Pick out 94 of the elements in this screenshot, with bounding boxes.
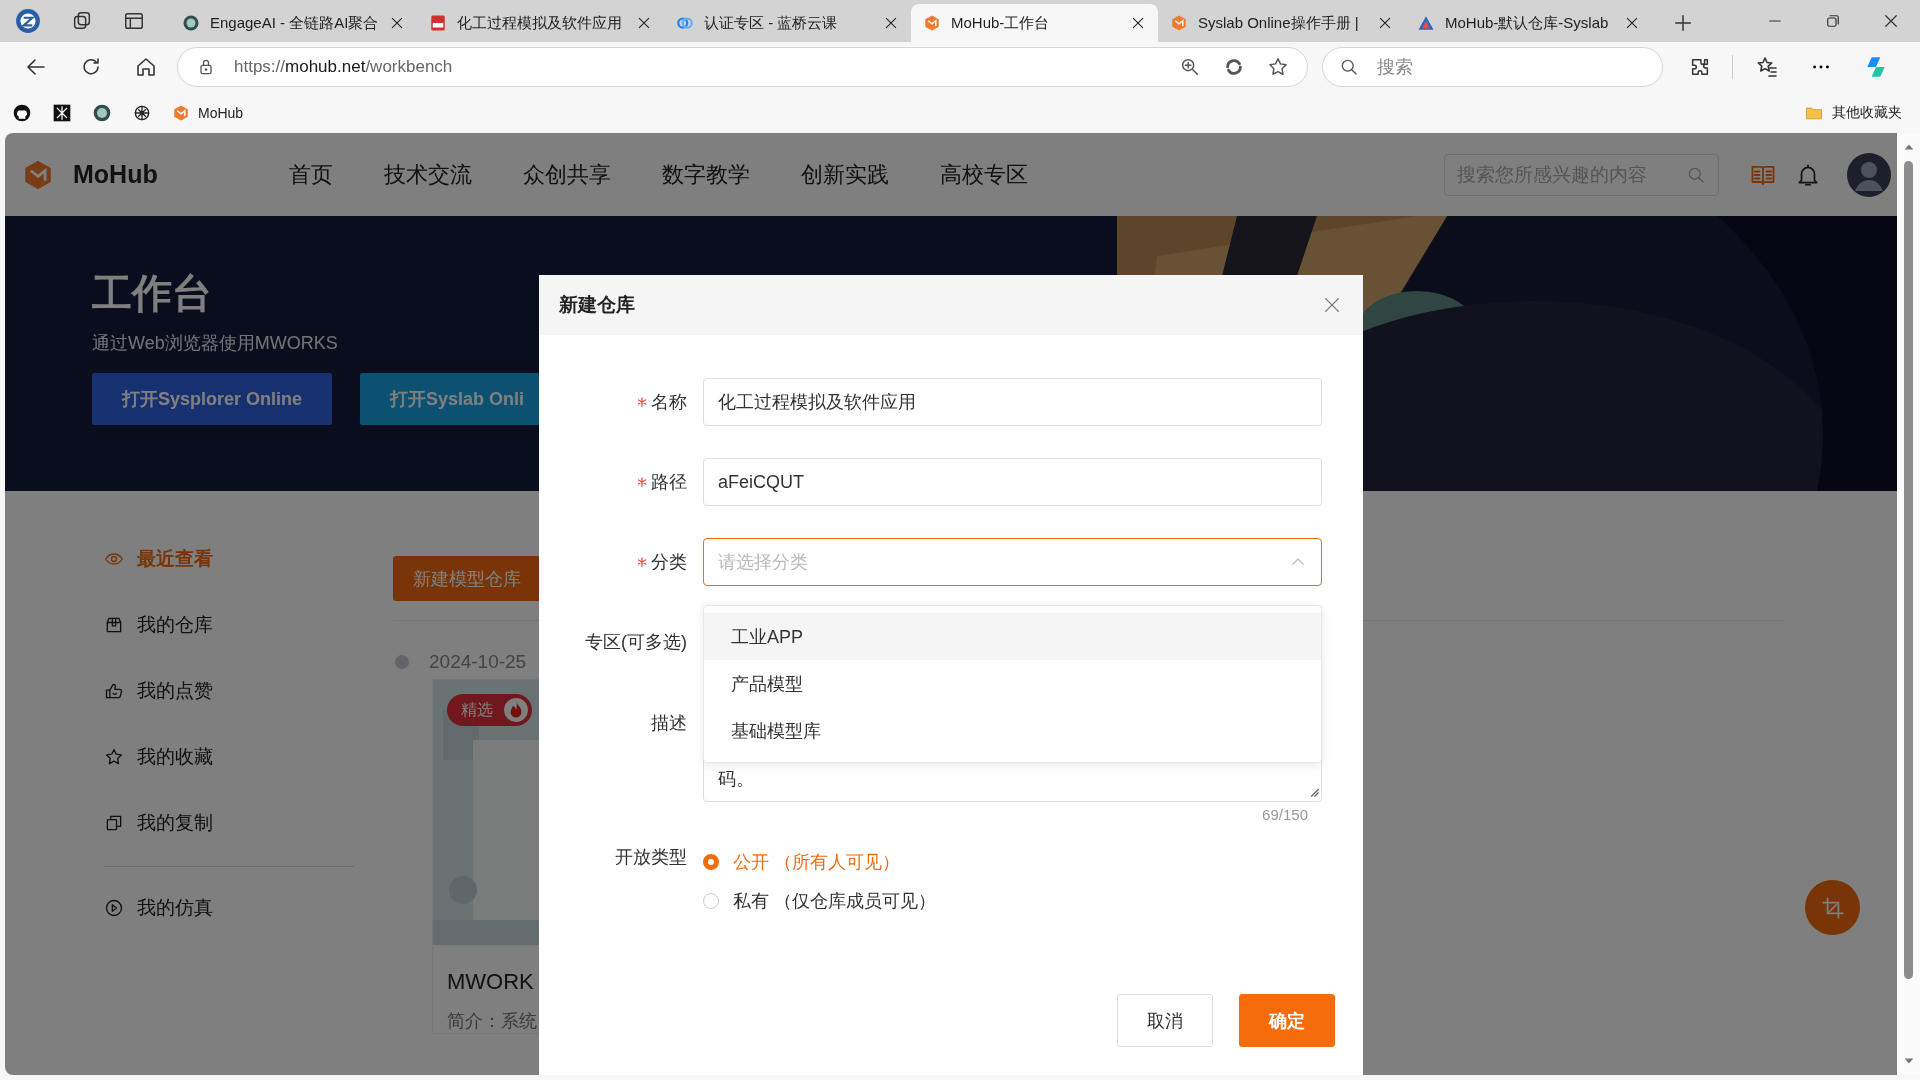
card-title: MWORK xyxy=(447,969,534,995)
close-icon[interactable] xyxy=(389,15,405,31)
scrollbar-thumb[interactable] xyxy=(1904,161,1913,979)
tab-favicon-icon xyxy=(923,14,941,32)
entry-date: 2024-10-25 xyxy=(429,651,527,673)
browser-tab[interactable]: Syslab Online操作手册 | xyxy=(1158,4,1405,42)
dropdown-option[interactable]: 产品模型 xyxy=(704,660,1321,707)
box-icon xyxy=(104,615,124,635)
timeline-dot xyxy=(395,655,409,669)
restore-icon[interactable] xyxy=(1824,12,1842,30)
nav-link[interactable]: 首页 xyxy=(288,159,333,190)
close-icon[interactable] xyxy=(883,15,899,31)
field-label: 描述 xyxy=(651,712,687,735)
tab-title: 认证专区 - 蓝桥云课 xyxy=(704,13,839,33)
resize-handle-icon[interactable] xyxy=(1309,787,1319,797)
star-icon[interactable] xyxy=(1266,56,1289,78)
tab-title: EngageAI - 全链路AI聚合 xyxy=(210,13,379,33)
field-label: 名称 xyxy=(651,391,687,414)
radio-option[interactable]: 公开 （所有人可见） xyxy=(703,842,1322,881)
github-icon[interactable] xyxy=(12,102,32,123)
workspaces-icon[interactable] xyxy=(71,10,93,32)
tab-favicon-icon xyxy=(1417,14,1435,32)
nav-link[interactable]: 创新实践 xyxy=(800,159,889,190)
home-icon[interactable] xyxy=(134,55,158,79)
tab-favicon-icon xyxy=(1170,14,1188,32)
browser-tab[interactable]: EngageAI - 全链路AI聚合 xyxy=(170,4,417,42)
thumbs-up-icon xyxy=(104,681,124,701)
banner-subtitle: 通过Web浏览器使用MWORKS xyxy=(92,332,338,355)
search-placeholder: 搜索 xyxy=(1376,56,1413,79)
sidebar-item[interactable]: 我的收藏 xyxy=(104,734,393,780)
field-label: 分类 xyxy=(651,551,687,574)
nav-link[interactable]: 高校专区 xyxy=(939,159,1028,190)
scrollbar[interactable] xyxy=(1897,133,1920,1075)
close-icon[interactable] xyxy=(1377,15,1393,31)
char-counter: 69/150 xyxy=(1262,806,1308,825)
dropdown-option[interactable]: 工业APP xyxy=(704,613,1321,660)
new-tab-icon[interactable] xyxy=(1672,12,1694,34)
nav-link[interactable]: 数字教学 xyxy=(661,159,750,190)
radio-option[interactable]: 私有 （仅仓库成员可见） xyxy=(703,881,1322,920)
circle-logo-icon[interactable] xyxy=(92,102,112,123)
browser-tab[interactable]: 化工过程模拟及软件应用 xyxy=(417,4,664,42)
banner-title: 工作台 xyxy=(92,270,212,317)
sidebar-item[interactable]: 我的复制 xyxy=(104,800,393,846)
star-icon xyxy=(104,747,124,767)
radio-button[interactable] xyxy=(703,853,719,870)
field-label: 路径 xyxy=(651,471,687,494)
sidebar-item[interactable]: 我的仿真 xyxy=(104,885,393,931)
close-icon[interactable] xyxy=(1130,15,1146,31)
card-summary: 简介：系统 xyxy=(447,1010,538,1033)
close-icon[interactable] xyxy=(1624,15,1640,31)
dialog-title: 新建仓库 xyxy=(559,293,635,317)
browser-tab[interactable]: MoHub-工作台 xyxy=(911,4,1158,42)
close-icon[interactable] xyxy=(636,15,652,31)
play-icon xyxy=(104,898,124,918)
input-field[interactable]: 化工过程模拟及软件应用 xyxy=(703,378,1322,426)
tab-title: 化工过程模拟及软件应用 xyxy=(457,13,623,33)
grid-logo-icon[interactable] xyxy=(52,102,72,123)
profile-icon[interactable] xyxy=(15,8,41,34)
tab-title: Syslab Online操作手册 | xyxy=(1198,13,1360,33)
url-text: https://mohub.net/workbench xyxy=(234,57,453,77)
input-field[interactable]: aFeiCQUT xyxy=(703,458,1322,506)
bookmark-label: MoHub xyxy=(198,104,244,121)
tab-actions-icon[interactable] xyxy=(123,10,145,32)
extensions-icon[interactable] xyxy=(1689,56,1711,78)
nav-link[interactable]: 众创共享 xyxy=(522,159,611,190)
tab-favicon-icon xyxy=(676,14,694,32)
tab-title: MoHub-工作台 xyxy=(951,13,1051,33)
bookmark-label: 其他收藏夹 xyxy=(1832,103,1902,122)
tab-favicon-icon xyxy=(182,14,200,32)
avatar[interactable] xyxy=(1847,152,1891,197)
flame-icon xyxy=(503,697,529,723)
field-label: 专区(可多选) xyxy=(585,631,687,654)
confirm-button[interactable]: 确定 xyxy=(1239,994,1335,1047)
site-logo[interactable]: MoHub xyxy=(73,160,158,189)
search-field[interactable]: 搜索 xyxy=(1321,47,1663,87)
bookmark[interactable]: MoHub xyxy=(172,103,244,122)
sidebar-item[interactable]: 我的仓库 xyxy=(104,602,393,648)
open-app-button[interactable]: 打开Sysplorer Online xyxy=(92,373,332,425)
copy-icon xyxy=(104,813,124,833)
crop-icon xyxy=(1819,894,1846,921)
close-icon[interactable] xyxy=(1882,12,1900,30)
dropdown-option[interactable]: 基础模型库 xyxy=(704,707,1321,754)
featured-badge: 精选 xyxy=(447,694,532,726)
cancel-button[interactable]: 取消 xyxy=(1117,994,1213,1047)
sidebar-item[interactable]: 我的点赞 xyxy=(104,668,393,714)
browser-tab[interactable]: 认证专区 - 蓝桥云课 xyxy=(664,4,911,42)
nav-link[interactable]: 技术交流 xyxy=(383,159,472,190)
browser-tab[interactable]: MoHub-默认仓库-Syslab xyxy=(1405,4,1652,42)
cube-logo-icon xyxy=(172,103,190,122)
tab-title: MoHub-默认仓库-Syslab xyxy=(1445,13,1610,33)
address-bar[interactable]: https://mohub.net/workbench xyxy=(177,47,1308,87)
favorites-icon[interactable] xyxy=(1755,55,1779,79)
other-bookmarks[interactable]: 其他收藏夹 xyxy=(1804,102,1902,123)
tab-favicon-icon xyxy=(429,14,447,32)
